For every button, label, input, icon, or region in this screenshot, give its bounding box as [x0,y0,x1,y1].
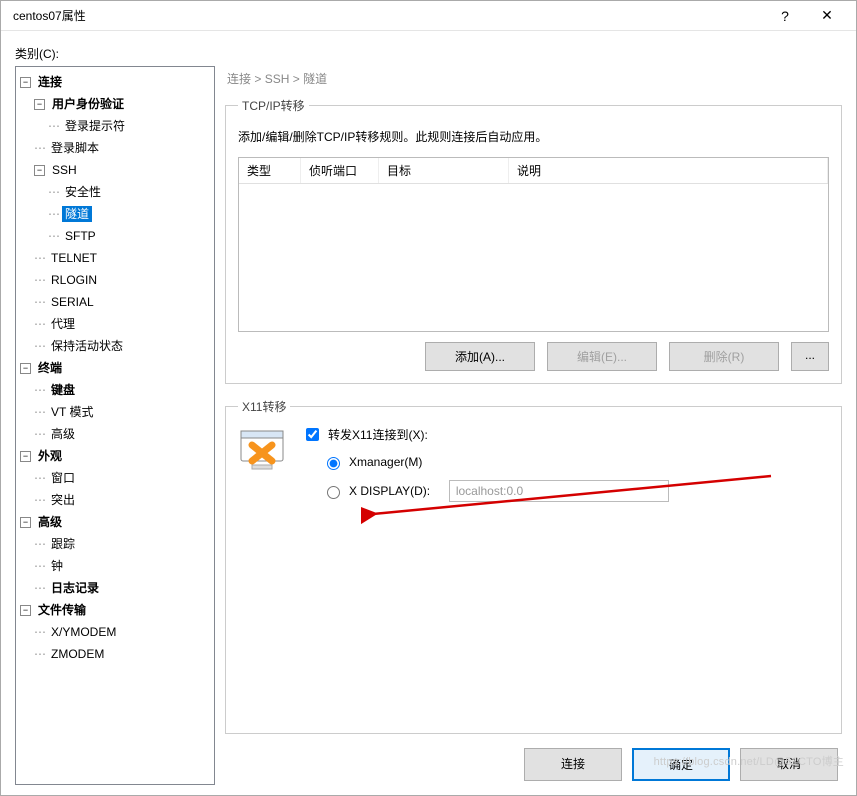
settings-pane: 连接 > SSH > 隧道 TCP/IP转移 添加/编辑/删除TCP/IP转移规… [225,66,842,785]
tree-item-connection[interactable]: 连接 [35,74,65,90]
category-label: 类别(C): [15,45,842,62]
rules-header: 类型 侦听端口 目标 说明 [239,158,828,184]
ok-button[interactable]: 确定 [632,748,730,781]
tree-item-serial[interactable]: SERIAL [48,294,97,310]
tree-item-sftp[interactable]: SFTP [62,228,99,244]
tree-item-keepalive[interactable]: 保持活动状态 [48,338,126,354]
tree-item-rlogin[interactable]: RLOGIN [48,272,100,288]
tree-item-terminal-advanced[interactable]: 高级 [48,426,78,442]
more-button[interactable]: ... [791,342,829,371]
col-listen-port[interactable]: 侦听端口 [301,158,379,183]
tree-item-xymodem[interactable]: X/YMODEM [48,624,119,640]
close-button[interactable]: ✕ [806,1,848,30]
help-button[interactable]: ? [764,1,806,30]
dialog-body: 类别(C): −连接 −用户身份验证 ⋯登录提示符 ⋯登录脚本 −SSH ⋯ [1,31,856,795]
tree-item-zmodem[interactable]: ZMODEM [48,646,107,662]
tree-item-ssh[interactable]: SSH [49,162,80,178]
tree-toggle[interactable]: − [20,77,31,88]
xdisplay-radio-label[interactable]: X DISPLAY(D): [322,480,829,502]
tree-item-vt-mode[interactable]: VT 模式 [48,404,96,420]
tree-toggle[interactable]: − [20,517,31,528]
tree-item-logging[interactable]: 日志记录 [48,580,102,596]
col-description[interactable]: 说明 [509,158,828,183]
xmanager-radio-label[interactable]: Xmanager(M) [322,454,829,470]
tree-toggle[interactable]: − [34,99,45,110]
tree-item-bell[interactable]: 钟 [48,558,66,574]
rules-buttons: 添加(A)... 编辑(E)... 删除(R) ... [238,342,829,371]
tcpip-description: 添加/编辑/删除TCP/IP转移规则。此规则连接后自动应用。 [238,128,829,145]
tree-toggle[interactable]: − [34,165,45,176]
columns: −连接 −用户身份验证 ⋯登录提示符 ⋯登录脚本 −SSH ⋯安全性 ⋯隧道 ⋯… [15,66,842,785]
tcpip-forwarding-group: TCP/IP转移 添加/编辑/删除TCP/IP转移规则。此规则连接后自动应用。 … [225,97,842,384]
tree-toggle[interactable]: − [20,451,31,462]
category-tree[interactable]: −连接 −用户身份验证 ⋯登录提示符 ⋯登录脚本 −SSH ⋯安全性 ⋯隧道 ⋯… [15,66,215,785]
title-bar: centos07属性 ? ✕ [1,1,856,31]
forward-x11-checkbox[interactable] [306,428,319,441]
tree-item-tunnel[interactable]: 隧道 [62,206,92,222]
tcpip-legend: TCP/IP转移 [238,97,309,114]
tree-item-telnet[interactable]: TELNET [48,250,100,266]
tree-item-keyboard[interactable]: 键盘 [48,382,78,398]
cancel-button[interactable]: 取消 [740,748,838,781]
tree-item-file-transfer[interactable]: 文件传输 [35,602,89,618]
xmanager-icon [238,425,286,473]
dialog-footer: 连接 确定 取消 [225,748,842,785]
tree-toggle[interactable]: − [20,363,31,374]
rules-table[interactable]: 类型 侦听端口 目标 说明 [238,157,829,332]
tree-item-proxy[interactable]: 代理 [48,316,78,332]
tree-item-trace[interactable]: 跟踪 [48,536,78,552]
col-type[interactable]: 类型 [239,158,301,183]
col-target[interactable]: 目标 [379,158,509,183]
connect-button[interactable]: 连接 [524,748,622,781]
tree-toggle[interactable]: − [20,605,31,616]
edit-button[interactable]: 编辑(E)... [547,342,657,371]
add-button[interactable]: 添加(A)... [425,342,535,371]
tree-item-login-script[interactable]: 登录脚本 [48,140,102,156]
delete-button[interactable]: 删除(R) [669,342,779,371]
xmanager-radio[interactable] [327,457,340,470]
tree-item-highlight[interactable]: 突出 [48,492,78,508]
xdisplay-input[interactable] [449,480,669,502]
forward-x11-checkbox-label[interactable]: 转发X11连接到(X): [302,425,829,444]
window-title: centos07属性 [9,7,764,24]
dialog-window: centos07属性 ? ✕ 类别(C): −连接 −用户身份验证 ⋯登录提示符… [0,0,857,796]
tree-item-terminal[interactable]: 终端 [35,360,65,376]
xdisplay-radio[interactable] [327,486,340,499]
tree-item-user-auth[interactable]: 用户身份验证 [49,96,127,112]
tree-item-security[interactable]: 安全性 [62,184,104,200]
tree-item-appearance[interactable]: 外观 [35,448,65,464]
x11-forwarding-group: X11转移 [225,398,842,734]
x11-legend: X11转移 [238,398,290,415]
tree-item-window[interactable]: 窗口 [48,470,78,486]
breadcrumb: 连接 > SSH > 隧道 [225,66,842,97]
tree-item-login-prompt[interactable]: 登录提示符 [62,118,128,134]
tree-item-advanced[interactable]: 高级 [35,514,65,530]
